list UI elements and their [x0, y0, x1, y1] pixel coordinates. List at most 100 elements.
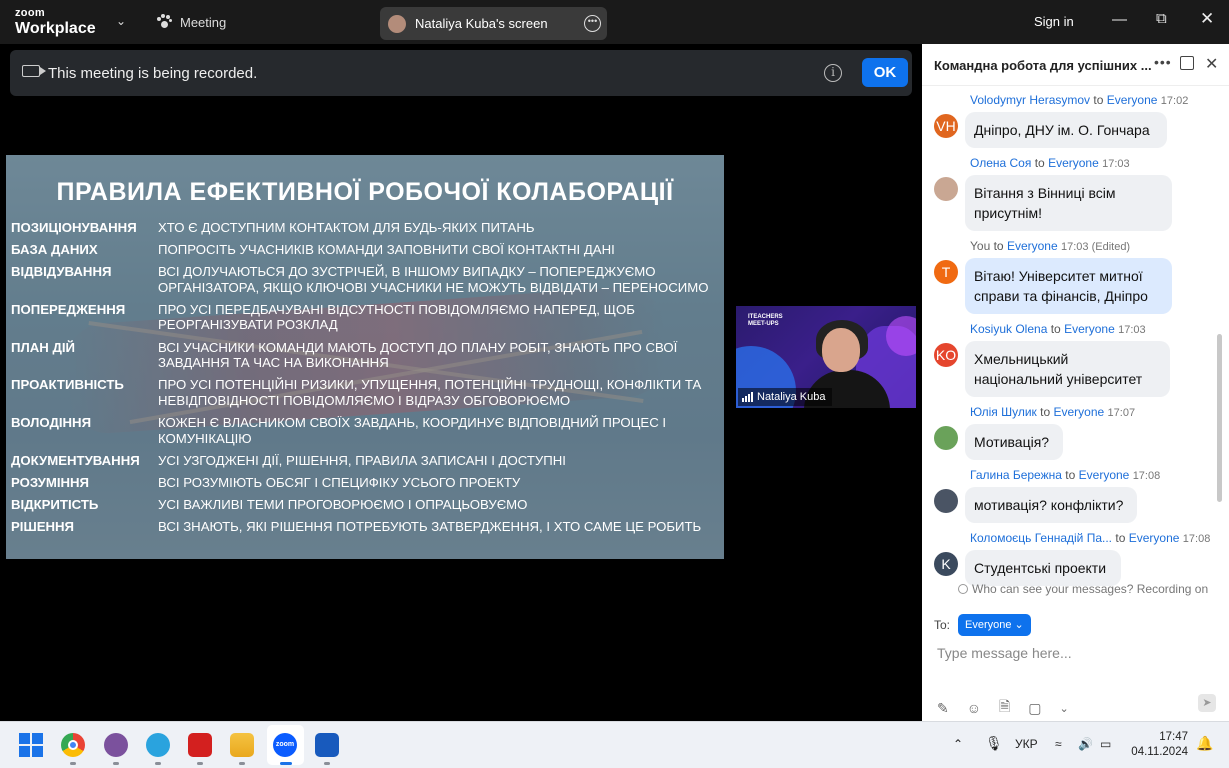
chat-message[interactable]: You to Everyone 17:03 (Edited) T Вітаю! Ун…: [922, 239, 1222, 317]
rule-value: ВСІ УЧАСНИКИ КОМАНДИ МАЮТЬ ДОСТУП ДО ПЛА…: [158, 339, 678, 371]
ok-button[interactable]: OK: [862, 58, 908, 87]
chat-title: Командна робота для успішних ...: [934, 58, 1152, 73]
message-bubble[interactable]: Вітання з Вінниці всім присутнім!: [965, 175, 1172, 231]
tray-chevron-up-icon[interactable]: ⌃: [953, 737, 963, 751]
chat-message[interactable]: Олена Соя to Everyone 17:03 Вітання з Він…: [922, 156, 1222, 234]
screen-share-label: Nataliya Kuba's screen: [415, 16, 548, 31]
notification-bell-icon[interactable]: 🔔: [1196, 735, 1213, 752]
meeting-menu-button[interactable]: Meeting: [156, 14, 226, 30]
chat-message[interactable]: Kosiyuk Olena to Everyone 17:03 KO Хмельни…: [922, 322, 1222, 400]
chevron-down-icon[interactable]: ⌄: [1060, 702, 1069, 715]
signal-bars-icon: [742, 392, 753, 402]
sender-avatar[interactable]: [934, 489, 958, 513]
language-indicator[interactable]: УКР: [1015, 737, 1038, 751]
sender-name[interactable]: Олена Соя: [970, 156, 1031, 170]
message-bubble[interactable]: Студентські проекти: [965, 550, 1121, 586]
chevron-down-icon[interactable]: ⌄: [116, 14, 126, 28]
view-screen-pill[interactable]: Nataliya Kuba's screen •••: [380, 7, 607, 40]
participant-video-tile[interactable]: ITEACHERS MEET-UPS Nataliya Kuba: [736, 306, 916, 408]
viber-icon[interactable]: [104, 733, 128, 757]
message-bubble[interactable]: мотивація? конфлікти?: [965, 487, 1137, 523]
word-icon[interactable]: [315, 733, 339, 757]
recipient-name: Everyone: [1053, 405, 1105, 419]
volume-icon[interactable]: 🔊: [1078, 737, 1093, 751]
message-bubble[interactable]: Дніпро, ДНУ ім. О. Гончара: [965, 112, 1167, 148]
info-icon[interactable]: i: [824, 64, 842, 82]
sender-avatar[interactable]: K: [934, 552, 958, 576]
file-icon[interactable]: 🗎: [999, 696, 1010, 720]
rule-key: РІШЕННЯ: [11, 518, 75, 534]
message-bubble[interactable]: Хмельницький національний університет: [965, 341, 1170, 397]
chat-message[interactable]: Юлія Шулик to Everyone 17:07 Мотивація?: [922, 405, 1222, 463]
message-time: 17:08: [1182, 533, 1211, 545]
windows-taskbar: zoom ⌃ 🎙 УКР ≈ 🔊 ▭ 17:47 04.11.2024 🔔: [0, 721, 1229, 768]
rule-key: ДОКУМЕНТУВАННЯ: [11, 452, 140, 468]
sender-name[interactable]: Kosiyuk Olena: [970, 322, 1047, 336]
sender-avatar[interactable]: KO: [934, 343, 958, 367]
sender-name[interactable]: You: [970, 239, 990, 253]
logo-small-text: zoom: [15, 7, 45, 19]
zoom-app-window: zoom Workplace ⌄ Meeting Nataliya Kuba's…: [0, 0, 1229, 768]
close-window-icon[interactable]: ✕: [1200, 9, 1214, 29]
message-bubble[interactable]: Мотивація?: [965, 424, 1063, 460]
chat-message[interactable]: Volodymyr Herasymov to Everyone 17:02 VH Д…: [922, 93, 1222, 151]
message-input[interactable]: Type message here...: [937, 645, 1072, 661]
sender-avatar[interactable]: T: [934, 260, 958, 284]
format-icon[interactable]: ✎: [937, 700, 949, 717]
sender-avatar[interactable]: [934, 426, 958, 450]
message-time: 17:03 (Edited): [1061, 241, 1131, 253]
sender-avatar[interactable]: VH: [934, 114, 958, 138]
restore-icon[interactable]: ⧉: [1156, 10, 1167, 27]
chat-message[interactable]: Коломоєць Геннадій Па... to Everyone 17:…: [922, 531, 1222, 586]
minimize-icon[interactable]: —: [1112, 11, 1127, 28]
sender-name[interactable]: Галина Бережна: [970, 468, 1062, 482]
screenshot-icon[interactable]: ▢: [1028, 700, 1041, 717]
message-time: 17:02: [1160, 95, 1189, 107]
message-bubble[interactable]: Вітаю! Університет митної справи та фіна…: [965, 258, 1172, 314]
sender-name[interactable]: Юлія Шулик: [970, 405, 1037, 419]
recipient-dropdown[interactable]: Everyone ⌄: [958, 614, 1031, 636]
file-explorer-icon[interactable]: [230, 733, 254, 757]
slide-rule-row: ВОЛОДІННЯ КОЖЕН Є ВЛАСНИКОМ СВОЇХ ЗАВДАНЬ…: [11, 415, 716, 446]
message-meta: Kosiyuk Olena to Everyone 17:03: [970, 322, 1146, 336]
sign-in-button[interactable]: Sign in: [1034, 14, 1074, 29]
chat-messages[interactable]: Volodymyr Herasymov to Everyone 17:02 VH Д…: [922, 86, 1222, 586]
rule-value: ПРО УСІ ПЕРЕДБАЧУВАНІ ВІДСУТНОСТІ ПОВІДО…: [158, 301, 635, 333]
sender-name[interactable]: Коломоєць Геннадій Па...: [970, 531, 1112, 545]
to-word: to: [1115, 531, 1126, 545]
camera-icon: [22, 65, 46, 77]
acrobat-icon[interactable]: [188, 733, 212, 757]
microphone-icon[interactable]: 🎙: [985, 735, 1003, 752]
zoom-workplace-logo[interactable]: zoom Workplace: [15, 8, 96, 37]
wifi-icon[interactable]: ≈: [1055, 737, 1062, 751]
chrome-icon[interactable]: [61, 733, 85, 757]
shared-slide: ПРАВИЛА ЕФЕКТИВНОЇ РОБОЧОЇ КОЛАБОРАЦІЇ П…: [6, 155, 724, 559]
sender-name[interactable]: Volodymyr Herasymov: [970, 93, 1090, 107]
chat-message[interactable]: Галина Бережна to Everyone 17:08 мотиваці…: [922, 468, 1222, 526]
sender-avatar[interactable]: [934, 177, 958, 201]
pop-out-icon[interactable]: [1180, 56, 1194, 70]
rule-key: ПРОАКТИВНІСТЬ: [11, 377, 124, 393]
rule-value: КОЖЕН Є ВЛАСНИКОМ СВОЇХ ЗАВДАНЬ, КООРДИН…: [158, 414, 667, 446]
taskbar-clock[interactable]: 17:47 04.11.2024: [1128, 730, 1188, 760]
participant-name-tag: Nataliya Kuba: [738, 388, 832, 406]
message-time: 17:08: [1132, 470, 1161, 482]
chat-more-icon[interactable]: •••: [1154, 54, 1172, 70]
recipient-name: Everyone: [1078, 468, 1130, 482]
send-icon[interactable]: ➤: [1198, 694, 1216, 712]
telegram-icon[interactable]: [146, 733, 170, 757]
zoom-taskbar-icon[interactable]: zoom: [273, 733, 297, 757]
rule-key: ПЛАН ДІЙ: [11, 339, 75, 355]
rule-key: ПОПЕРЕДЖЕННЯ: [11, 301, 126, 317]
emoji-icon[interactable]: ☺: [967, 700, 981, 716]
chat-scrollbar[interactable]: [1217, 334, 1222, 502]
windows-start-icon[interactable]: [19, 733, 43, 757]
recording-text: This meeting is being recorded.: [48, 65, 258, 82]
background-badge: ITEACHERS MEET-UPS: [748, 314, 783, 328]
slide-rule-row: ПОПЕРЕДЖЕННЯ ПРО УСІ ПЕРЕДБАЧУВАНІ ВІДСУТ…: [11, 302, 716, 333]
message-meta: Олена Соя to Everyone 17:03: [970, 156, 1130, 170]
close-chat-icon[interactable]: ✕: [1205, 54, 1218, 74]
more-options-icon[interactable]: •••: [584, 15, 601, 32]
battery-icon[interactable]: ▭: [1100, 737, 1111, 751]
who-can-see-link[interactable]: Who can see your messages? Recording on: [958, 582, 1208, 596]
